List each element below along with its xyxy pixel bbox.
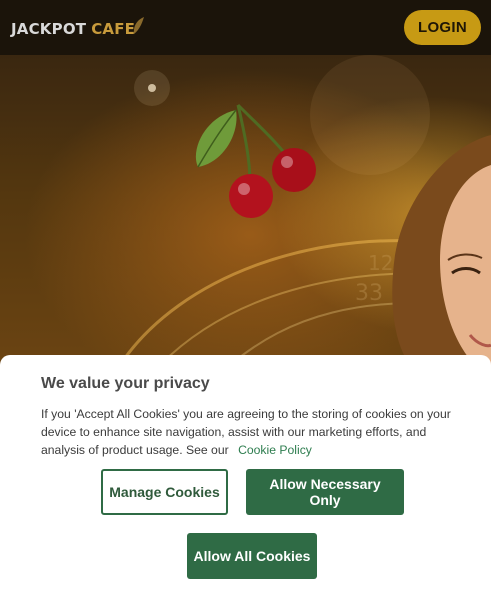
smiling-woman-illustration [392, 135, 491, 365]
hero-banner: 33 12 [0, 55, 491, 365]
svg-text:33: 33 [355, 281, 383, 306]
login-button[interactable]: LOGIN [404, 10, 481, 45]
cookie-banner-title: We value your privacy [41, 375, 210, 392]
jackpot-cafe-logo[interactable]: JACKPOT CAFE [11, 17, 145, 40]
coffee-leaf-icon [133, 17, 145, 34]
svg-text:12: 12 [368, 251, 393, 275]
cherries-illustration [195, 103, 316, 218]
manage-cookies-button[interactable]: Manage Cookies [101, 469, 228, 515]
site-header: JACKPOT CAFE LOGIN [0, 0, 491, 55]
allow-necessary-only-button[interactable]: Allow Necessary Only [246, 469, 404, 515]
cookie-banner-text: If you 'Accept All Cookies' you are agre… [41, 405, 461, 459]
cookie-policy-link[interactable]: Cookie Policy [238, 443, 312, 457]
hero-illustration: 33 12 [118, 55, 491, 365]
logo-text-secondary: CAFE [91, 20, 136, 38]
allow-all-cookies-button[interactable]: Allow All Cookies [187, 533, 317, 579]
page: JACKPOT CAFE LOGIN 33 12 We value your p… [0, 0, 491, 597]
cookie-consent-banner: We value your privacy If you 'Accept All… [0, 355, 491, 597]
logo-text-primary: JACKPOT [11, 20, 87, 38]
